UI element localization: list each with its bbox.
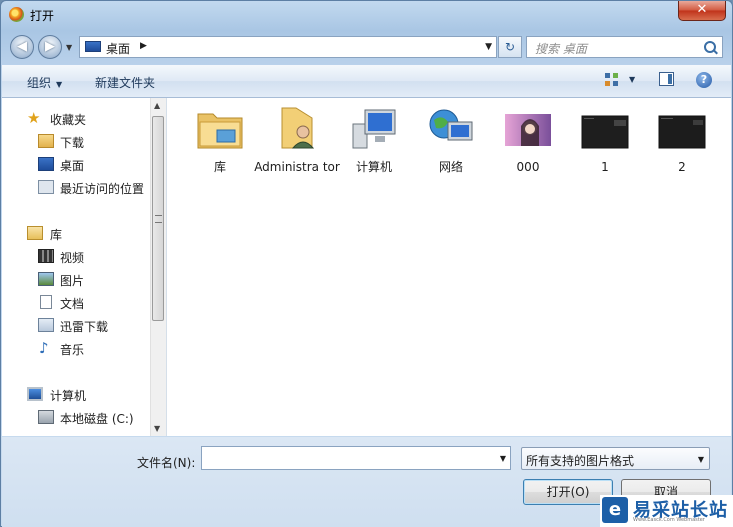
grip-icon [155, 215, 162, 223]
view-options-icon[interactable] [605, 73, 618, 86]
navigation-scrollbar[interactable]: ▲ ▼ [150, 98, 166, 436]
help-icon[interactable]: ? [696, 72, 712, 88]
recent-places-icon [38, 180, 54, 194]
history-dropdown-icon[interactable]: ▼ [66, 43, 72, 52]
app-icon [9, 7, 24, 22]
filename-dropdown-icon[interactable]: ▼ [500, 454, 506, 463]
search-icon[interactable] [704, 41, 716, 53]
computer-icon [352, 109, 396, 149]
file-item-network[interactable]: 网络 [415, 104, 487, 174]
user-folder-icon [281, 107, 315, 149]
filename-input[interactable]: ▼ [201, 446, 511, 470]
document-icon [40, 295, 52, 309]
watermark-logo-icon: e [602, 497, 628, 523]
file-item-2[interactable]: 2 [646, 104, 718, 174]
forward-button[interactable]: ▶ [38, 35, 62, 59]
file-item-libraries[interactable]: 库 [184, 104, 256, 174]
watermark-subtext: Www.Easck.Com Webmaster [633, 517, 705, 523]
preview-pane-icon[interactable] [659, 72, 674, 86]
image-thumbnail-icon [505, 114, 551, 146]
organize-button[interactable]: 组织 ▼ [27, 74, 62, 91]
star-icon: ★ [27, 109, 41, 127]
search-box[interactable]: 搜索 桌面 [526, 36, 723, 58]
video-icon [38, 249, 54, 263]
address-location[interactable]: 桌面 [106, 40, 130, 57]
desktop-icon [85, 41, 101, 52]
breadcrumb-chevron-icon[interactable]: ▶ [140, 41, 147, 51]
computer-icon [27, 387, 43, 401]
new-folder-button[interactable]: 新建文件夹 [95, 74, 155, 91]
scroll-thumb[interactable] [152, 116, 164, 321]
library-icon [27, 226, 43, 240]
back-button[interactable]: ◀ [10, 35, 34, 59]
image-thumbnail-icon [658, 115, 706, 149]
open-file-dialog: 打开 ✕ ◀ ▶ ▼ 桌面 ▶ ▼ ↻ 搜索 桌面 组织 ▼ 新建文件夹 ▼ ? … [0, 0, 733, 527]
file-item-1[interactable]: 1 [569, 104, 641, 174]
window-title: 打开 [30, 9, 55, 23]
command-toolbar: 组织 ▼ 新建文件夹 ▼ ? [2, 65, 731, 98]
file-list: 库 Administra tor 计算机 网络 000 1 2 [167, 98, 731, 436]
navigation-pane: ★ 收藏夹 下载 桌面 最近访问的位置 库 视频 图片 文档 迅雷下载 ♪ 音乐… [2, 98, 167, 436]
address-dropdown-icon[interactable]: ▼ [485, 42, 492, 52]
address-bar[interactable]: 桌面 ▶ ▼ [79, 36, 497, 58]
picture-icon [38, 272, 54, 286]
close-button[interactable]: ✕ [678, 1, 726, 21]
navigation-bar: ◀ ▶ ▼ 桌面 ▶ ▼ ↻ 搜索 桌面 [8, 33, 726, 60]
file-type-select[interactable]: 所有支持的图片格式 ▼ [521, 447, 710, 470]
music-icon: ♪ [39, 339, 49, 357]
organize-label: 组织 [27, 76, 52, 90]
download-folder-icon [38, 134, 54, 148]
thunder-download-icon [38, 318, 54, 332]
file-item-000[interactable]: 000 [492, 104, 564, 174]
file-item-administrator[interactable]: Administra tor [254, 104, 340, 174]
scroll-up-icon[interactable]: ▲ [154, 101, 160, 110]
filename-label: 文件名(N): [137, 456, 196, 470]
image-thumbnail-icon [581, 115, 629, 149]
network-icon [429, 109, 473, 141]
search-placeholder: 搜索 桌面 [535, 42, 587, 56]
file-item-computer[interactable]: 计算机 [338, 104, 410, 174]
file-type-value: 所有支持的图片格式 [526, 454, 635, 468]
chevron-down-icon: ▼ [56, 80, 63, 89]
desktop-icon [38, 157, 54, 171]
library-folder-icon [197, 113, 243, 149]
scroll-down-icon[interactable]: ▼ [154, 424, 160, 433]
refresh-button[interactable]: ↻ [498, 36, 522, 58]
chevron-down-icon[interactable]: ▼ [698, 455, 704, 464]
title-bar: 打开 ✕ [1, 1, 732, 29]
view-dropdown-icon[interactable]: ▼ [629, 75, 635, 84]
watermark: e 易采站长站 Www.Easck.Com Webmaster [600, 495, 733, 527]
local-disk-icon [38, 410, 54, 424]
